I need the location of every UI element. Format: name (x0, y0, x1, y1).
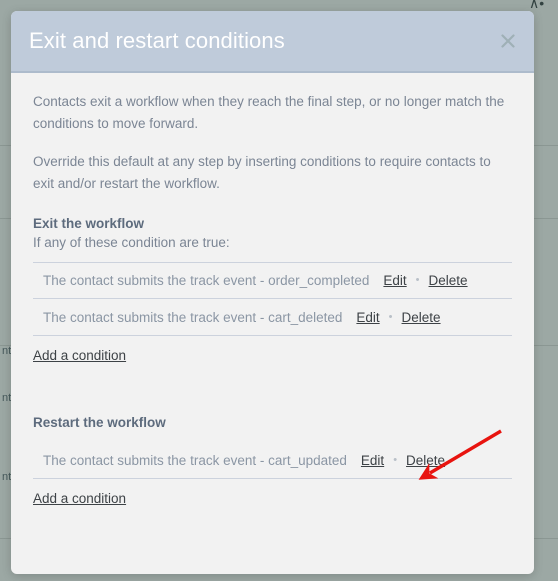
exit-section-heading: Exit the workflow (33, 216, 145, 232)
condition-text: The contact submits the track event - or… (43, 273, 370, 289)
delete-link[interactable]: Delete (402, 310, 441, 325)
add-condition-link[interactable]: Add a condition (33, 348, 126, 363)
intro-paragraph-1: Contacts exit a workflow when they reach… (33, 94, 505, 131)
modal-header: Exit and restart conditions (11, 11, 534, 73)
app-root: nt nt nt ∧• Exit and restart conditions … (0, 0, 558, 581)
exit-restart-conditions-modal: Exit and restart conditions Contacts exi… (11, 11, 534, 574)
modal-body: Contacts exit a workflow when they reach… (11, 73, 534, 574)
restart-section-heading: Restart the workflow (33, 415, 166, 431)
action-separator: • (388, 310, 393, 323)
condition-text: The contact submits the track event - ca… (43, 309, 343, 325)
condition-actions: Edit • Delete (383, 273, 467, 288)
exit-add-condition-wrap: Add a condition (33, 347, 512, 365)
condition-text: The contact submits the track event - ca… (43, 452, 347, 468)
edit-link[interactable]: Edit (356, 310, 379, 325)
exit-workflow-section: Exit the workflow If any of these condit… (33, 216, 512, 365)
condition-row: The contact submits the track event - or… (33, 262, 512, 300)
exit-section-subtext: If any of these condition are true: (33, 235, 230, 251)
condition-actions: Edit • Delete (361, 453, 445, 468)
action-separator: • (415, 274, 420, 287)
condition-row: The contact submits the track event - ca… (33, 299, 512, 337)
modal-title: Exit and restart conditions (29, 28, 285, 53)
close-icon[interactable] (495, 28, 521, 54)
restart-add-condition-wrap: Add a condition (33, 490, 512, 508)
delete-link[interactable]: Delete (429, 273, 468, 288)
restart-workflow-section: Restart the workflow The contact submits… (33, 415, 512, 508)
intro-paragraph-2: Override this default at any step by ins… (33, 153, 491, 191)
condition-row: The contact submits the track event - ca… (33, 442, 512, 480)
add-condition-link[interactable]: Add a condition (33, 491, 126, 506)
edit-link[interactable]: Edit (361, 453, 384, 468)
exit-conditions-list: The contact submits the track event - or… (33, 262, 512, 337)
restart-conditions-list: The contact submits the track event - ca… (33, 442, 512, 480)
delete-link[interactable]: Delete (406, 453, 445, 468)
condition-actions: Edit • Delete (356, 310, 440, 325)
edit-link[interactable]: Edit (383, 273, 406, 288)
action-separator: • (393, 453, 398, 466)
